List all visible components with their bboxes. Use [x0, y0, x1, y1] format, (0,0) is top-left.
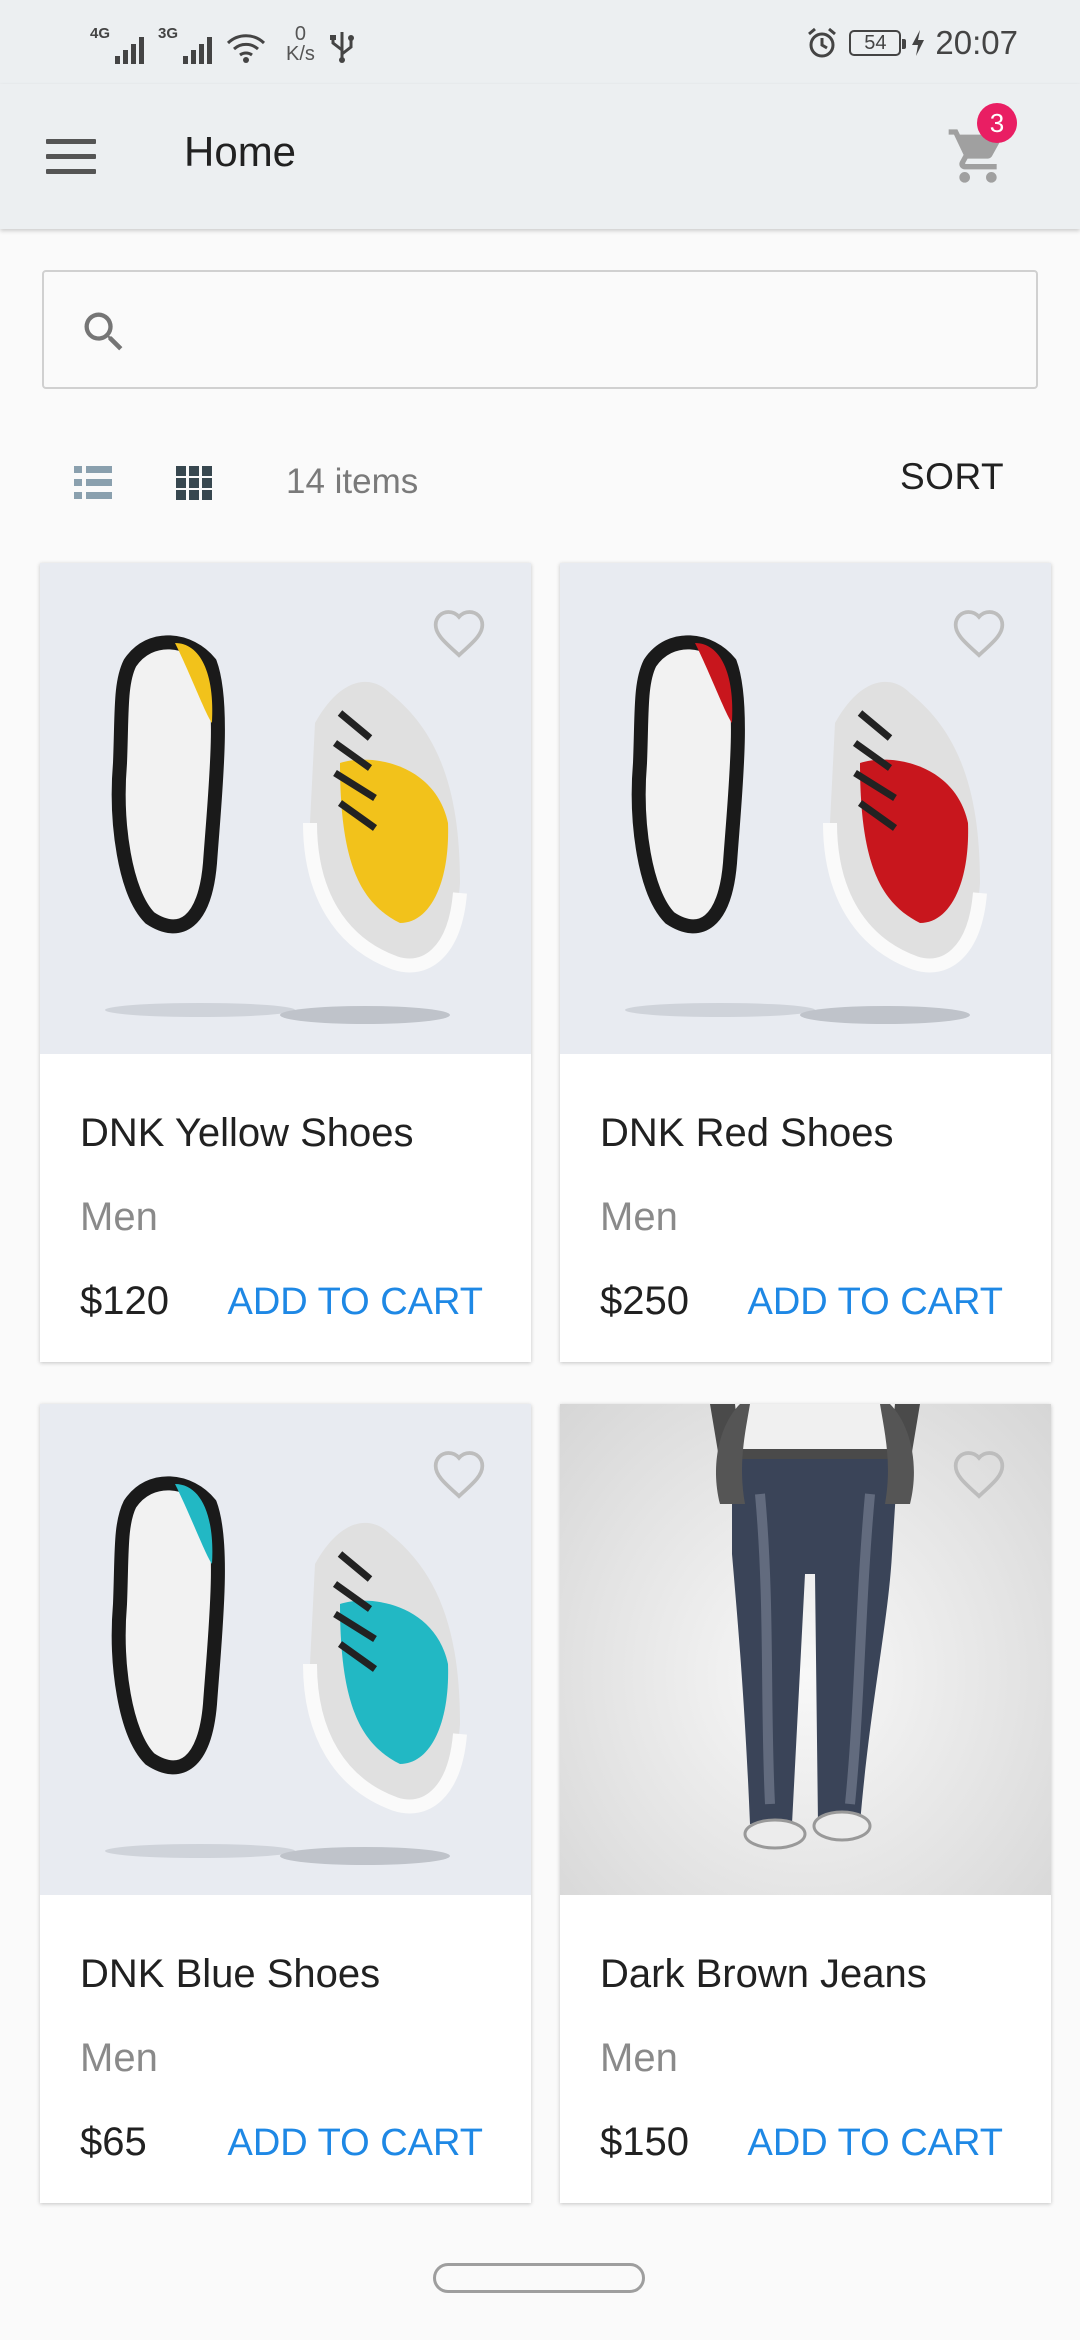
add-to-cart-button[interactable]: ADD TO CART [228, 1281, 484, 1324]
wifi-icon [226, 34, 266, 63]
product-price: $250 [600, 1279, 689, 1323]
usb-icon [329, 32, 354, 63]
speed-value: 0 [294, 23, 307, 45]
app-bar: Home [0, 84, 1080, 229]
favorite-heart-icon[interactable] [431, 607, 487, 659]
add-to-cart-button[interactable]: ADD TO CART [748, 2122, 1004, 2165]
product-card[interactable]: Dark Brown Jeans Men $150 ADD TO CART [560, 1404, 1051, 2203]
product-category: Men [600, 1195, 678, 1239]
product-category: Men [600, 2036, 678, 2080]
status-right: 54 20:07 [805, 22, 1018, 64]
product-price: $120 [80, 1279, 169, 1323]
grid-view-icon[interactable] [176, 466, 212, 500]
speed-unit: K/s [286, 43, 315, 65]
alarm-icon [808, 27, 837, 58]
product-image[interactable] [560, 1404, 1051, 1895]
item-count: 14 items [286, 462, 419, 501]
network-type-3g: 3G [158, 25, 179, 42]
network-speed: 0 K/s [286, 24, 315, 64]
clock: 20:07 [935, 24, 1018, 61]
product-price: $65 [80, 2120, 147, 2164]
status-left: 4G 3G 0 K/s [90, 20, 355, 64]
add-to-cart-button[interactable]: ADD TO CART [228, 2122, 484, 2165]
product-name: DNK Yellow Shoes [80, 1111, 414, 1155]
product-card[interactable]: DNK Red Shoes Men $250 ADD TO CART [560, 563, 1051, 1362]
favorite-heart-icon[interactable] [951, 1448, 1007, 1500]
add-to-cart-button[interactable]: ADD TO CART [748, 1281, 1004, 1324]
signal-bars-icon [115, 37, 145, 64]
search-icon [84, 312, 123, 351]
cart-count-badge: 3 [977, 103, 1017, 143]
home-gesture-handle[interactable] [433, 2263, 645, 2293]
search-input[interactable] [154, 292, 1008, 370]
product-image[interactable] [40, 1404, 531, 1895]
signal-3g: 3G [158, 25, 213, 64]
network-type-4g: 4G [90, 25, 111, 42]
signal-bars-icon [183, 37, 213, 64]
product-name: DNK Blue Shoes [80, 1952, 381, 1996]
sort-button[interactable]: SORT [900, 456, 1004, 498]
favorite-heart-icon[interactable] [951, 607, 1007, 659]
product-name: DNK Red Shoes [600, 1111, 894, 1155]
battery-icon: 54 [849, 30, 907, 56]
product-category: Men [80, 1195, 158, 1239]
favorite-heart-icon[interactable] [431, 1448, 487, 1500]
product-price: $150 [600, 2120, 689, 2164]
product-card[interactable]: DNK Yellow Shoes Men $120 ADD TO CART [40, 563, 531, 1362]
product-image[interactable] [40, 563, 531, 1054]
page-title: Home [184, 128, 297, 175]
product-name: Dark Brown Jeans [600, 1952, 927, 1996]
menu-icon[interactable] [46, 139, 96, 175]
charging-icon [912, 30, 925, 56]
status-bar: 4G 3G 0 K/s 54 20:07 [0, 0, 1080, 84]
search-box[interactable] [42, 270, 1038, 389]
signal-4g: 4G [90, 25, 145, 64]
list-view-icon[interactable] [74, 466, 112, 500]
product-image[interactable] [560, 563, 1051, 1054]
product-card[interactable]: DNK Blue Shoes Men $65 ADD TO CART [40, 1404, 531, 2203]
product-category: Men [80, 2036, 158, 2080]
